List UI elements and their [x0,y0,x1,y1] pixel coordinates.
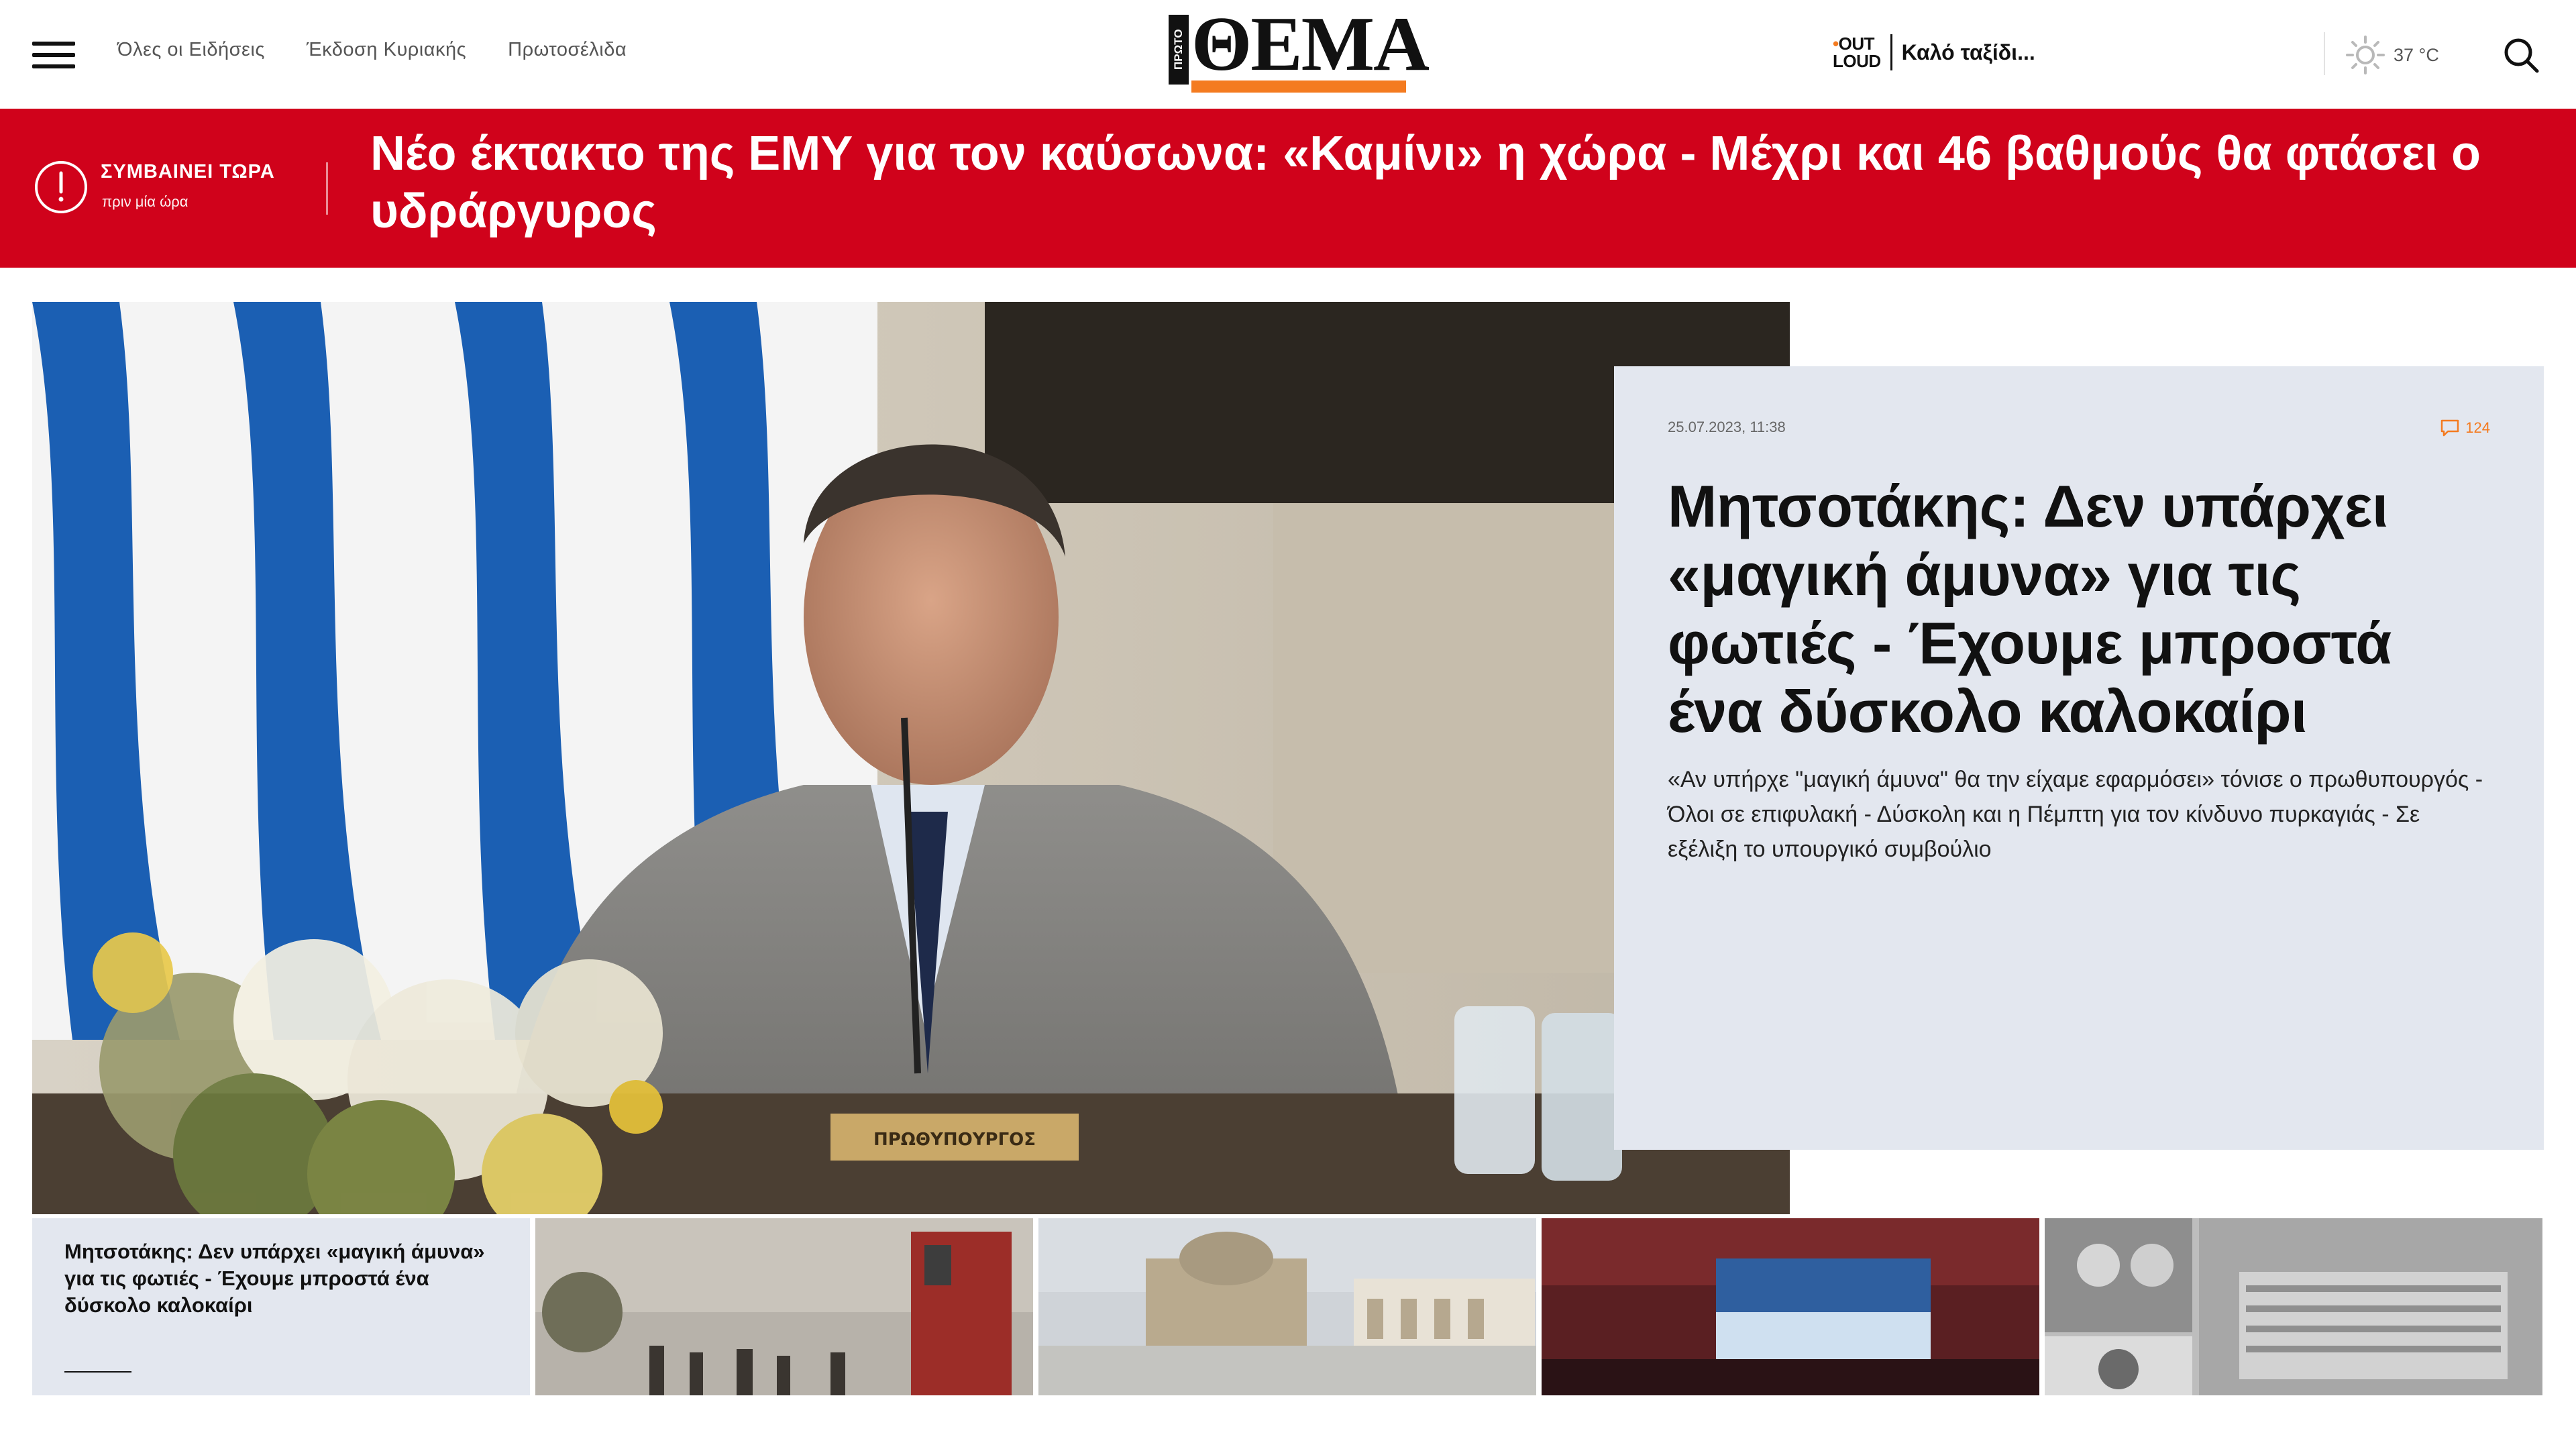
breaking-news-bar[interactable]: ΣΥΜΒΑΙΝΕΙ ΤΩΡΑ πριν μία ώρα Νέο έκτακτο … [0,109,2576,268]
nav-link-sunday-edition[interactable]: Έκδοση Κυριακής [307,39,466,61]
thumb-title: Μητσοτάκης: Δεν υπάρχει «μαγική άμυνα» γ… [64,1240,485,1317]
menu-icon[interactable] [32,42,75,68]
thumb-archive-image[interactable] [2045,1218,2542,1395]
comment-icon [2441,419,2459,437]
story-lead: «Αν υπήρχε "μαγική άμυνα" θα την είχαμε … [1668,767,2483,862]
breaking-time: πριν μία ώρα [102,193,189,210]
site-header: Όλες οι Ειδήσεις Έκδοση Κυριακής Πρωτοσέ… [0,0,2576,109]
weather-widget[interactable]: 37 °C [2345,35,2439,75]
header-divider [2324,32,2325,75]
outloud-logo: •OUT LOUD [1833,34,1881,71]
logo-name: ΘΕΜΑ [1191,1,1430,87]
thumb-square-image[interactable] [1038,1218,1536,1395]
nav-link-front-pages[interactable]: Πρωτοσέλιδα [508,39,627,61]
nameplate-text: ΠΡΩΘΥΠΟΥΡΓΟΣ [873,1130,1036,1150]
top-nav: Όλες οι Ειδήσεις Έκδοση Κυριακής Πρωτοσέ… [117,39,627,61]
story-comments[interactable]: 124 [2440,419,2490,437]
outloud-promo[interactable]: •OUT LOUD Καλό ταξίδι... [1833,32,2035,72]
comment-count: 124 [2465,419,2490,436]
alert-icon [35,161,87,213]
breaking-divider [326,162,328,215]
site-logo[interactable]: ΠΡΩΤΟ ΘΕΜΑ [1169,5,1430,95]
thumb-concert-image[interactable] [1542,1218,2039,1395]
outloud-tagline: Καλό ταξίδι... [1901,40,2035,64]
main-story-image[interactable]: ΠΡΩΘΥΠΟΥΡΓΟΣ [32,302,1790,1214]
thumb-wildfire-image[interactable] [535,1218,1033,1395]
story-meta: 25.07.2023, 11:38 124 [1668,419,2490,437]
outloud-separator [1890,34,1892,70]
main-story-card[interactable]: 25.07.2023, 11:38 124 Μητσοτάκης: Δεν υπ… [1614,366,2544,1150]
logo-accent-bar [1191,80,1406,93]
active-indicator [64,1371,131,1373]
breaking-headline[interactable]: Νέο έκτακτο της ΕΜΥ για τον καύσωνα: «Κα… [370,125,2557,240]
thumb-active-story[interactable]: Μητσοτάκης: Δεν υπάρχει «μαγική άμυνα» γ… [32,1218,530,1395]
search-icon[interactable] [2502,36,2541,75]
breaking-label: ΣΥΜΒΑΙΝΕΙ ΤΩΡΑ [101,161,275,182]
nav-link-all-news[interactable]: Όλες οι Ειδήσεις [117,39,265,61]
weather-temperature: 37 °C [2394,44,2439,65]
sun-icon [2346,36,2385,74]
story-title[interactable]: Μητσοτάκης: Δεν υπάρχει «μαγική άμυνα» γ… [1668,472,2490,746]
logo-vertical-text: ΠΡΩΤΟ [1169,15,1189,85]
story-date: 25.07.2023, 11:38 [1668,419,1786,435]
related-stories: Μητσοτάκης: Δεν υπάρχει «μαγική άμυνα» γ… [32,1218,2544,1395]
